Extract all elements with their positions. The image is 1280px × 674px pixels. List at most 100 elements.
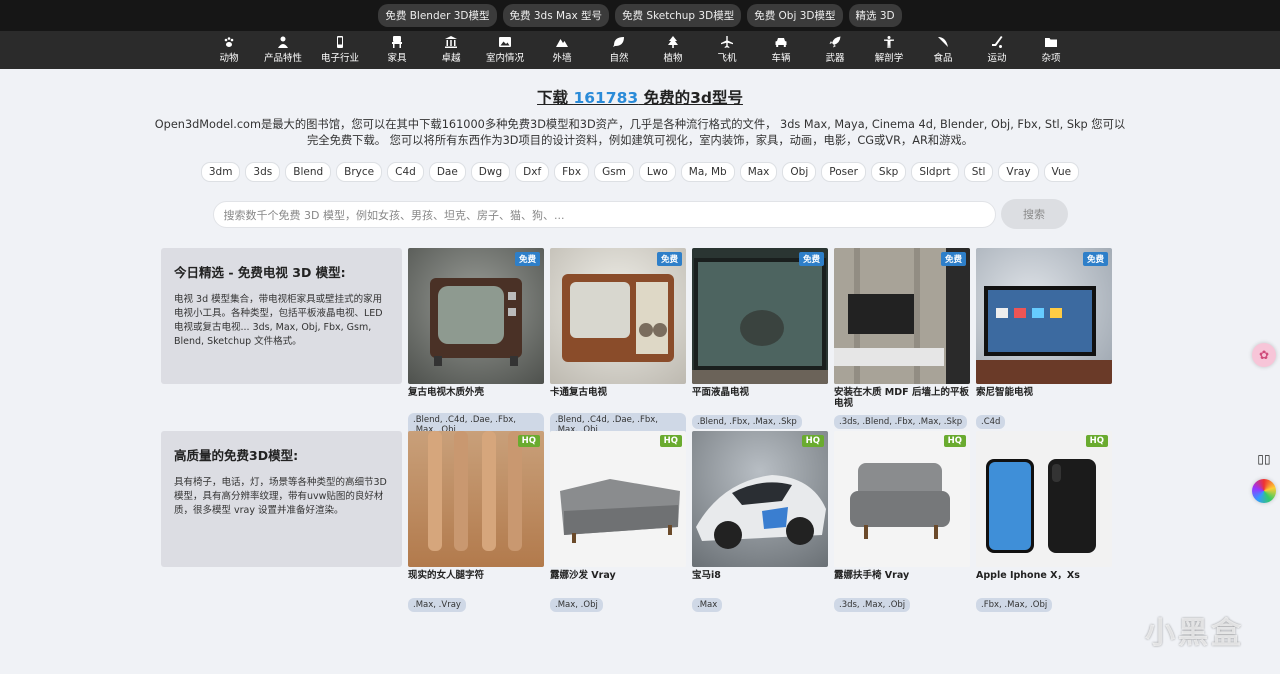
model-thumbnail[interactable]: HQ (550, 431, 686, 567)
format-bryce[interactable]: Bryce (336, 162, 383, 182)
floating-tools-2 (1252, 479, 1276, 503)
format-skp[interactable]: Skp (870, 162, 907, 182)
format-tags: .Fbx, .Max, .Obj (976, 598, 1053, 612)
format-tags: .Max, .Obj (550, 598, 603, 612)
format-dwg[interactable]: Dwg (470, 162, 511, 182)
format-poser[interactable]: Poser (821, 162, 866, 182)
category-furniture[interactable]: 家具 (370, 31, 424, 69)
link-free-sketchup[interactable]: 免费 Sketchup 3D模型 (615, 4, 742, 27)
model-title[interactable]: 安装在木质 MDF 后墙上的平板电视 (834, 387, 970, 409)
link-free-blender[interactable]: 免费 Blender 3D模型 (378, 4, 497, 27)
category-nature[interactable]: 自然 (592, 31, 646, 69)
link-free-3dsmax[interactable]: 免费 3ds Max 型号 (502, 4, 610, 27)
category-food[interactable]: 食品 (916, 31, 970, 69)
model-thumbnail[interactable]: 免费 (834, 248, 970, 384)
model-title[interactable]: 露娜沙发 Vray (550, 570, 686, 592)
search-input[interactable]: 搜索数千个免费 3D 模型，例如女孩、男孩、坦克、房子、猫、狗、... (212, 201, 996, 228)
category-misc[interactable]: 杂项 (1024, 31, 1078, 69)
model-title[interactable]: Apple Iphone X，Xs (976, 570, 1112, 592)
model-title[interactable]: 复古电视木质外壳 (408, 387, 544, 409)
color-wheel-icon[interactable] (1252, 479, 1276, 503)
model-title[interactable]: 露娜扶手椅 Vray (834, 570, 970, 592)
format-sldprt[interactable]: Sldprt (911, 162, 959, 182)
legs-image (428, 431, 522, 551)
format-fbx[interactable]: Fbx (554, 162, 590, 182)
model-thumbnail[interactable]: 免费 (408, 248, 544, 384)
model-title[interactable]: 现实的女人腿字符 (408, 570, 544, 592)
model-title[interactable]: 宝马i8 (692, 570, 828, 592)
format-tags: .3ds, .Max, .Obj (834, 598, 911, 612)
category-vehicles[interactable]: 车辆 (754, 31, 808, 69)
page-title: 下载 161783 免费的3d型号 (537, 89, 743, 107)
format-blend[interactable]: Blend (285, 162, 332, 182)
link-featured-3d[interactable]: 精选 3D (848, 4, 902, 27)
category-electronics[interactable]: 电子行业 (310, 31, 370, 69)
book-icon[interactable]: ▯▯ (1252, 447, 1276, 471)
folder-icon (1045, 38, 1057, 47)
model-title[interactable]: 卡通复古电视 (550, 387, 686, 409)
model-card[interactable]: 免费 卡通复古电视 .Blend, .C4d, .Dae, .Fbx, .Max… (550, 248, 686, 437)
format-gsm[interactable]: Gsm (594, 162, 634, 182)
model-thumbnail[interactable]: 免费 (692, 248, 828, 384)
model-thumbnail[interactable]: HQ (408, 431, 544, 567)
model-title[interactable]: 平面液晶电视 (692, 387, 828, 409)
model-thumbnail[interactable]: HQ (976, 431, 1112, 567)
model-card[interactable]: HQ 露娜沙发 Vray .Max, .Obj (550, 431, 686, 612)
format-max[interactable]: Max (739, 162, 778, 182)
model-count[interactable]: 161783 (573, 89, 638, 107)
format-obj[interactable]: Obj (782, 162, 817, 182)
model-thumbnail[interactable]: 免费 (550, 248, 686, 384)
model-thumbnail[interactable]: 免费 (976, 248, 1112, 384)
category-plants[interactable]: 植物 (646, 31, 700, 69)
model-title[interactable]: 索尼智能电视 (976, 387, 1112, 409)
hockey-icon (992, 36, 1003, 48)
category-anatomy[interactable]: 解剖学 (862, 31, 916, 69)
category-characters[interactable]: 产品特性 (256, 31, 310, 69)
format-tags: .Max (692, 598, 723, 612)
format-c4d[interactable]: C4d (387, 162, 424, 182)
category-sports[interactable]: 运动 (970, 31, 1024, 69)
format-3dm[interactable]: 3dm (200, 162, 241, 182)
format-tags: .C4d (976, 415, 1006, 429)
format-stl[interactable]: Stl (963, 162, 994, 182)
model-thumbnail[interactable]: HQ (834, 431, 970, 567)
model-card[interactable]: HQ 现实的女人腿字符 .Max, .Vray (408, 431, 544, 612)
body-icon (884, 36, 894, 48)
model-card[interactable]: 免费 安装在木质 MDF 后墙上的平板电视 .3ds, .Blend, .Fbx… (834, 248, 970, 437)
car-icon (775, 38, 787, 47)
hq-badge: HQ (801, 435, 824, 447)
search-button[interactable]: 搜索 (1000, 199, 1068, 229)
model-card[interactable]: 免费 平面液晶电视 .Blend, .Fbx, .Max, .Skp (692, 248, 828, 437)
format-vue[interactable]: Vue (1043, 162, 1080, 182)
translate-icon[interactable]: ✿ (1252, 343, 1276, 367)
format-vray[interactable]: Vray (998, 162, 1039, 182)
format-dae[interactable]: Dae (428, 162, 466, 182)
category-nav: 动物 产品特性 电子行业 家具 卓越 室内情况 外墙 自然 植物 飞机 车辆 武… (0, 31, 1280, 69)
section-info: 今日精选 - 免费电视 3D 模型: 电视 3d 模型集合，带电视柜家具或壁挂式… (161, 248, 402, 384)
pizza-icon (938, 37, 948, 47)
section-high-quality: 高质量的免费3D模型: 具有椅子，电话，灯，场景等各种类型的高细节3D模型，具有… (161, 431, 1112, 612)
format-lwo[interactable]: Lwo (638, 162, 676, 182)
model-card[interactable]: HQ 露娜扶手椅 Vray .3ds, .Max, .Obj (834, 431, 970, 612)
category-animals[interactable]: 动物 (202, 31, 256, 69)
format-dxf[interactable]: Dxf (515, 162, 550, 182)
category-aircraft[interactable]: 飞机 (700, 31, 754, 69)
format-ma-mb[interactable]: Ma, Mb (680, 162, 735, 182)
link-free-obj[interactable]: 免费 Obj 3D模型 (747, 4, 843, 27)
model-card[interactable]: HQ 宝马i8 .Max (692, 431, 828, 612)
model-thumbnail[interactable]: HQ (692, 431, 828, 567)
category-exterior[interactable]: 外墙 (532, 31, 592, 69)
model-card[interactable]: 免费 索尼智能电视 .C4d (976, 248, 1112, 437)
format-3ds[interactable]: 3ds (245, 162, 281, 182)
person-icon (278, 36, 288, 48)
model-card[interactable]: 免费 复古电视木质外壳 .Blend, .C4d, .Dae, .Fbx, .M… (408, 248, 544, 437)
category-weapons[interactable]: 武器 (808, 31, 862, 69)
section-title: 高质量的免费3D模型: (174, 448, 299, 463)
section-title: 今日精选 - 免费电视 3D 模型: (174, 265, 346, 280)
model-card[interactable]: HQ Apple Iphone X，Xs .Fbx, .Max, .Obj (976, 431, 1112, 612)
hq-badge: HQ (659, 435, 682, 447)
category-architecture[interactable]: 卓越 (424, 31, 478, 69)
category-interior[interactable]: 室内情况 (478, 31, 532, 69)
wall-tv-image (834, 248, 970, 384)
armchair-image (850, 463, 950, 539)
